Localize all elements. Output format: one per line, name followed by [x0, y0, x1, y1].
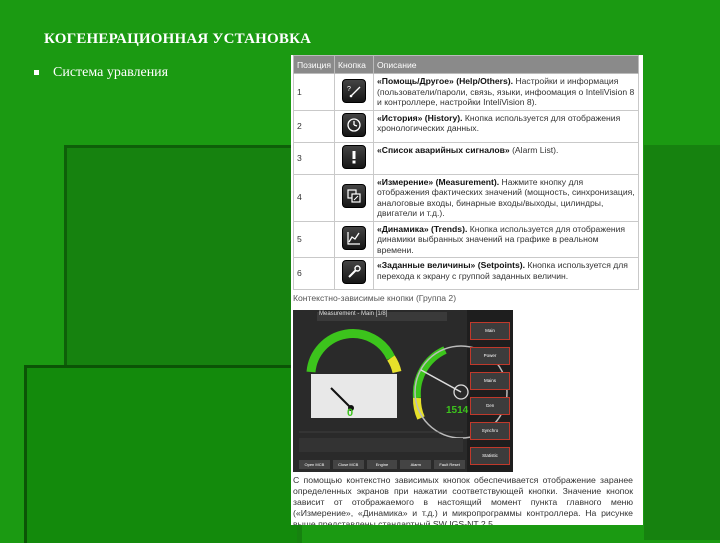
engine-button[interactable]: Engine [366, 460, 398, 469]
screen-header: Measurement - Main [1/8] [319, 311, 388, 317]
row-title: «Список аварийных сигналов» [377, 144, 510, 155]
bullet-text: Система уравления [53, 65, 169, 80]
side-buttons: Main Power Mains Gen Synchro Statistic [470, 322, 510, 465]
table-row: 1 ? «Помощь/Другое» (Help/Others). Настр… [293, 73, 639, 111]
row-title: «Помощь/Другое» (Help/Others). [377, 76, 514, 86]
measurement-icon[interactable] [342, 184, 366, 209]
table-row: 5 «Динамика» (Trends). Кнопка использует… [293, 220, 639, 258]
side-button-mains[interactable]: Mains [470, 372, 510, 390]
bg-dark-panel-3 [644, 145, 720, 540]
header-button: Кнопка [334, 55, 374, 74]
table-row: 3 «Список аварийных сигналов» (Alarm Lis… [293, 141, 639, 175]
row-position: 2 [293, 109, 335, 143]
header-description: Описание [373, 55, 639, 74]
table-row: 6 «Заданные величины» (Setpoints). Кнопк… [293, 257, 639, 290]
row-title: «История» (History). [377, 112, 463, 123]
group-caption: Контекстно-зависимые кнопки (Группа 2) [293, 293, 457, 303]
close-mcb-button[interactable]: Close MCB [332, 460, 364, 469]
setpoints-icon[interactable] [342, 260, 366, 285]
side-button-statistic[interactable]: Statistic [470, 447, 510, 465]
fault-reset-button[interactable]: Fault Reset [434, 460, 465, 469]
history-icon[interactable] [342, 112, 366, 137]
buttons-table: Позиция Кнопка Описание 1 ? «Помощь/Друг… [293, 55, 639, 290]
side-button-power[interactable]: Power [470, 347, 510, 365]
table-row: 4 «Измерение» (Measurement). Нажмите кно… [293, 173, 639, 222]
row-position: 6 [293, 257, 335, 290]
document-image: Позиция Кнопка Описание 1 ? «Помощь/Друг… [291, 55, 643, 525]
side-button-synchro[interactable]: Synchro [470, 422, 510, 440]
side-button-main[interactable]: Main [470, 322, 510, 340]
right-gauge-value: 1514 [446, 405, 469, 416]
slide-title: КОГЕНЕРАЦИОННАЯ УСТАНОВКА [44, 31, 312, 47]
trends-icon[interactable] [342, 226, 366, 250]
bottom-buttons: Open MCB Close MCB Engine Alarm Fault Re… [299, 460, 465, 469]
bullet-item: Система уравления [34, 65, 168, 81]
row-title: «Измерение» (Measurement). [377, 176, 500, 187]
open-mcb-button[interactable]: Open MCB [299, 460, 330, 469]
row-title: «Динамика» (Trends). [377, 223, 468, 234]
row-description: (Alarm List). [509, 144, 559, 155]
row-title: «Заданные величины» (Setpoints). [377, 260, 525, 270]
left-gauge-value: 0 [347, 407, 354, 419]
bottom-description: С помощью контекстно зависимых кнопок об… [293, 475, 633, 525]
alarm-list-icon[interactable] [342, 144, 366, 169]
bullet-marker [34, 70, 39, 76]
header-position: Позиция [293, 55, 335, 74]
help-others-icon[interactable]: ? [342, 78, 366, 103]
side-button-gen[interactable]: Gen [470, 397, 510, 415]
row-position: 4 [293, 173, 335, 222]
row-position: 1 [293, 73, 335, 111]
row-position: 5 [293, 220, 335, 258]
table-header-row: Позиция Кнопка Описание [293, 55, 639, 74]
bg-dark-panel-2 [24, 365, 297, 543]
table-row: 2 «История» (History). Кнопка использует… [293, 109, 639, 143]
row-position: 3 [293, 141, 335, 175]
svg-text:?: ? [347, 86, 351, 93]
alarm-button[interactable]: Alarm [400, 460, 432, 469]
controller-screen: Measurement - Main [1/8] 0 1514 Main Pow… [293, 310, 513, 472]
